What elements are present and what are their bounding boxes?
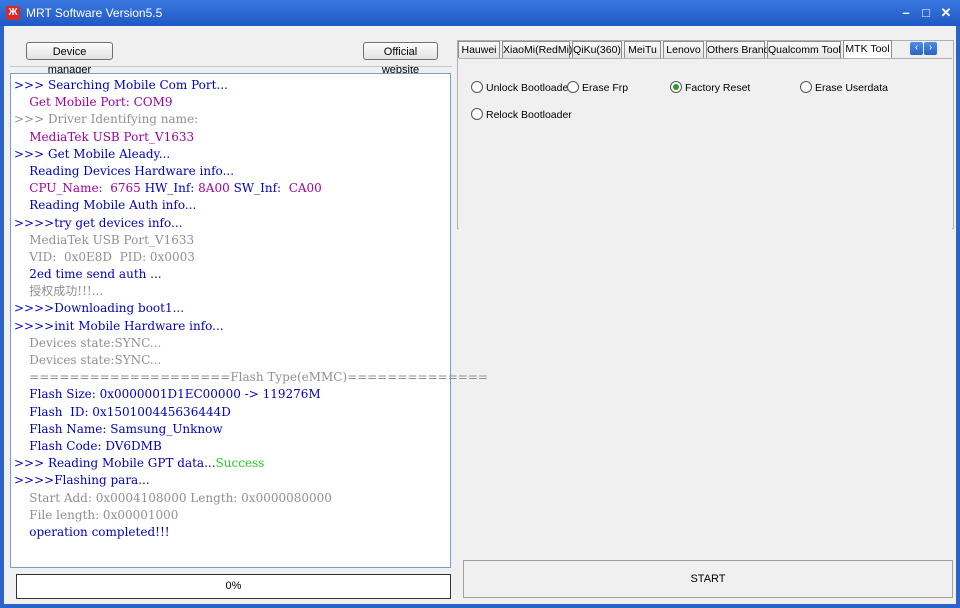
log-line: operation completed!!! xyxy=(14,524,170,539)
log-line: >>> Get Mobile Aleady... xyxy=(14,146,171,161)
tab-lenovo[interactable]: Lenovo xyxy=(663,41,704,58)
log-line: Flash Size: 0x0000001D1EC00000 -> 119276… xyxy=(14,387,321,402)
log-line: VID: 0x0E8D PID: 0x0003 xyxy=(14,249,195,264)
log-line: Devices state:SYNC... xyxy=(14,353,162,367)
option-relock-bootloader[interactable]: Relock Bootloader xyxy=(471,108,572,122)
official-website-button[interactable]: Official website xyxy=(363,42,438,76)
radio-icon xyxy=(567,81,579,93)
log-line: >>> Searching Mobile Com Port... xyxy=(14,78,228,92)
log-line: Reading Mobile Auth info... xyxy=(14,198,197,213)
log-line: Devices state:SYNC... xyxy=(14,335,162,350)
log-segment: CPU_Name: xyxy=(14,181,111,196)
log-line: Flash ID: 0x150100445636444D xyxy=(14,404,231,419)
log-line: >>>>Flashing para... xyxy=(14,473,150,488)
log-line: >>> Reading Mobile GPT data...Success xyxy=(14,455,450,472)
log-line: Start Add: 0x0004108000 Length: 0x000008… xyxy=(14,490,332,505)
log-line: Get Mobile Port: COM9 xyxy=(14,95,173,110)
log-line: MediaTek USB Port_V1633 xyxy=(14,232,195,247)
log-line: MediaTek USB Port_V1633 xyxy=(14,129,195,144)
log-line: >>>>Downloading boot1... xyxy=(14,301,185,316)
log-line: CPU_Name: 6765 HW_Inf: 8A00 SW_Inf: CA00 xyxy=(14,180,450,197)
log-line: Flash Name: Samsung_Unknow xyxy=(14,421,223,436)
log-segment: HW_Inf: xyxy=(144,181,199,196)
log-segment: SW_Inf: xyxy=(233,181,289,196)
option-erase-frp[interactable]: Erase Frp xyxy=(567,81,628,95)
tab-content: Unlock Bootloader Erase Frp Factory Rese… xyxy=(459,58,952,229)
tab-hauwei[interactable]: Hauwei xyxy=(458,41,500,58)
log-line: 2ed time send auth ... xyxy=(14,267,162,282)
tab-scroll-left-icon[interactable]: ‹ xyxy=(910,42,923,55)
tab-meitu[interactable]: MeiTu xyxy=(624,41,661,58)
log-line: Flash Code: DV6DMB xyxy=(14,438,162,453)
log-line: >>> Driver Identifying name: xyxy=(14,112,199,127)
tab-others-brand[interactable]: Others Brand xyxy=(706,41,769,58)
minimize-icon[interactable]: – xyxy=(898,5,914,21)
radio-icon xyxy=(471,81,483,93)
option-label: Erase Frp xyxy=(582,82,629,94)
tab-qualcomm-tool[interactable]: Qualcomm Tool xyxy=(767,41,841,58)
tab-xiaomi-redmi[interactable]: XiaoMi(RedMi) xyxy=(502,41,572,58)
device-manager-button[interactable]: Device manager xyxy=(26,42,113,76)
progress-label: 0% xyxy=(225,580,242,592)
radio-icon xyxy=(800,81,812,93)
log-line: >>>>try get devices info... xyxy=(14,215,183,230)
log-segment: >>> Reading Mobile GPT data... xyxy=(14,456,216,471)
log-line: ====================Flash Type(eMMC)====… xyxy=(14,370,488,385)
option-label: Erase Userdata xyxy=(815,82,888,94)
title-bar: Ж MRT Software Version5.5 – □ ✕ xyxy=(0,0,960,26)
start-button[interactable]: START xyxy=(463,560,953,598)
progress-bar: 0% xyxy=(16,574,451,599)
log-segment: CA00 xyxy=(288,181,322,196)
log-segment: 6765 xyxy=(110,181,145,196)
radio-icon xyxy=(670,81,682,93)
log-segment: Success xyxy=(215,456,265,471)
main-window: Device manager Official website >>> Sear… xyxy=(4,26,956,604)
log-line: >>>>init Mobile Hardware info... xyxy=(14,318,224,333)
radio-icon xyxy=(471,108,483,120)
option-erase-userdata[interactable]: Erase Userdata xyxy=(800,81,888,95)
divider xyxy=(10,66,452,67)
log-segment: 8A00 xyxy=(198,181,234,196)
option-label: Factory Reset xyxy=(685,82,751,94)
window-title: MRT Software Version5.5 xyxy=(26,6,163,20)
option-factory-reset[interactable]: Factory Reset xyxy=(670,81,750,95)
mrt-logo-icon: Ж xyxy=(6,6,20,20)
log-line: File length: 0x00001000 xyxy=(14,507,179,522)
maximize-icon[interactable]: □ xyxy=(918,5,934,21)
tab-mtk-tool[interactable]: MTK Tool xyxy=(843,40,892,59)
option-label: Relock Bootloader xyxy=(486,109,572,121)
log-line: Reading Devices Hardware info... xyxy=(14,163,235,178)
log-output[interactable]: >>> Searching Mobile Com Port... Get Mob… xyxy=(10,73,488,568)
option-unlock-bootloader[interactable]: Unlock Bootloader xyxy=(471,81,572,95)
tab-scroll-right-icon[interactable]: › xyxy=(924,42,937,55)
log-line: 授权成功!!!... xyxy=(14,284,104,299)
option-label: Unlock Bootloader xyxy=(486,82,572,94)
tab-qiku-360[interactable]: QiKu(360) xyxy=(572,41,622,58)
close-icon[interactable]: ✕ xyxy=(938,5,954,21)
